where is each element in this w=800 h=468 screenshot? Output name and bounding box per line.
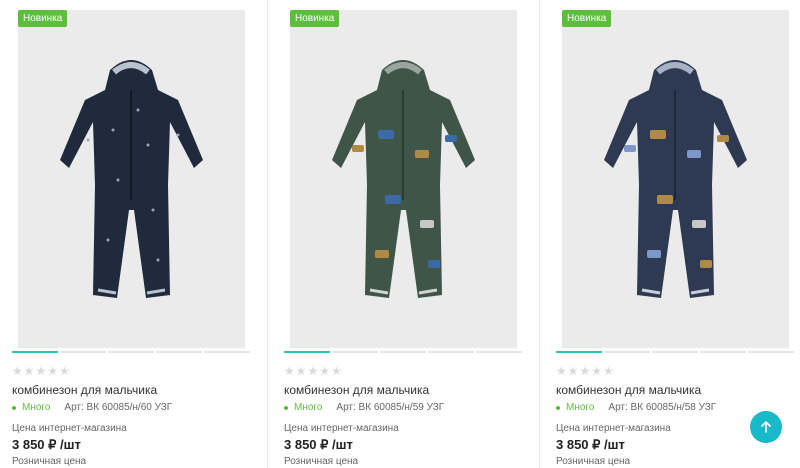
- stock-info: Много Арт: ВК 60085/н/59 УЗГ: [284, 402, 444, 413]
- image-pagination[interactable]: [556, 351, 794, 354]
- product-card[interactable]: Новинка ★★★★★ комбинезон для мальчика Мн…: [284, 0, 540, 468]
- pagination-dot[interactable]: [204, 351, 250, 353]
- retail-price-label: Розничная цена: [12, 456, 87, 467]
- product-grid: Новинка ★★★★★ комбинезон для мальчика Мн…: [0, 0, 800, 468]
- in-stock-dot-icon: [12, 405, 16, 410]
- snowsuit-image: [60, 60, 203, 298]
- product-card[interactable]: Новинка ★★★★★ комбинезон для мальчика Мн…: [556, 0, 800, 468]
- pagination-dot[interactable]: [380, 351, 426, 353]
- rating-stars[interactable]: ★★★★★: [12, 364, 71, 378]
- image-pagination[interactable]: [12, 351, 250, 354]
- product-image[interactable]: Новинка: [562, 10, 789, 348]
- price-label: Цена интернет-магазина: [12, 423, 127, 434]
- in-stock-dot-icon: [284, 405, 288, 410]
- product-title[interactable]: комбинезон для мальчика: [556, 383, 701, 397]
- product-image[interactable]: Новинка: [290, 10, 517, 348]
- price: 3 850 ₽ /шт: [12, 437, 81, 452]
- article-number: Арт: ВК 60085/н/59 УЗГ: [336, 402, 445, 413]
- product-title[interactable]: комбинезон для мальчика: [284, 383, 429, 397]
- product-title[interactable]: комбинезон для мальчика: [12, 383, 157, 397]
- pagination-dot[interactable]: [284, 351, 330, 353]
- article-number: Арт: ВК 60085/н/60 УЗГ: [64, 402, 173, 413]
- article-number: Арт: ВК 60085/н/58 УЗГ: [608, 402, 717, 413]
- snowsuit-image: [604, 60, 747, 298]
- pagination-dot[interactable]: [12, 351, 58, 353]
- rating-stars[interactable]: ★★★★★: [556, 364, 615, 378]
- product-card[interactable]: Новинка ★★★★★ комбинезон для мальчика Мн…: [12, 0, 268, 468]
- retail-price-label: Розничная цена: [284, 456, 359, 467]
- pagination-dot[interactable]: [156, 351, 202, 353]
- retail-price-label: Розничная цена: [556, 456, 631, 467]
- pagination-dot[interactable]: [604, 351, 650, 353]
- price: 3 850 ₽ /шт: [284, 437, 353, 452]
- new-badge: Новинка: [18, 10, 68, 27]
- product-image[interactable]: Новинка: [18, 10, 245, 348]
- stock-info: Много Арт: ВК 60085/н/58 УЗГ: [556, 402, 716, 413]
- rating-stars[interactable]: ★★★★★: [284, 364, 343, 378]
- image-pagination[interactable]: [284, 351, 522, 354]
- price-label: Цена интернет-магазина: [556, 423, 671, 434]
- pagination-dot[interactable]: [748, 351, 794, 353]
- new-badge: Новинка: [290, 10, 340, 27]
- pagination-dot[interactable]: [556, 351, 602, 353]
- pagination-dot[interactable]: [476, 351, 522, 353]
- price-label: Цена интернет-магазина: [284, 423, 399, 434]
- snowsuit-image: [332, 60, 475, 298]
- stock-text: Много: [566, 402, 595, 413]
- new-badge: Новинка: [562, 10, 612, 27]
- pagination-dot[interactable]: [428, 351, 474, 353]
- in-stock-dot-icon: [556, 405, 560, 410]
- arrow-up-icon: [761, 421, 771, 433]
- stock-info: Много Арт: ВК 60085/н/60 УЗГ: [12, 402, 172, 413]
- stock-text: Много: [22, 402, 51, 413]
- scroll-to-top-button[interactable]: [750, 411, 782, 443]
- pagination-dot[interactable]: [700, 351, 746, 353]
- price: 3 850 ₽ /шт: [556, 437, 625, 452]
- pagination-dot[interactable]: [108, 351, 154, 353]
- pagination-dot[interactable]: [60, 351, 106, 353]
- pagination-dot[interactable]: [652, 351, 698, 353]
- pagination-dot[interactable]: [332, 351, 378, 353]
- stock-text: Много: [294, 402, 323, 413]
